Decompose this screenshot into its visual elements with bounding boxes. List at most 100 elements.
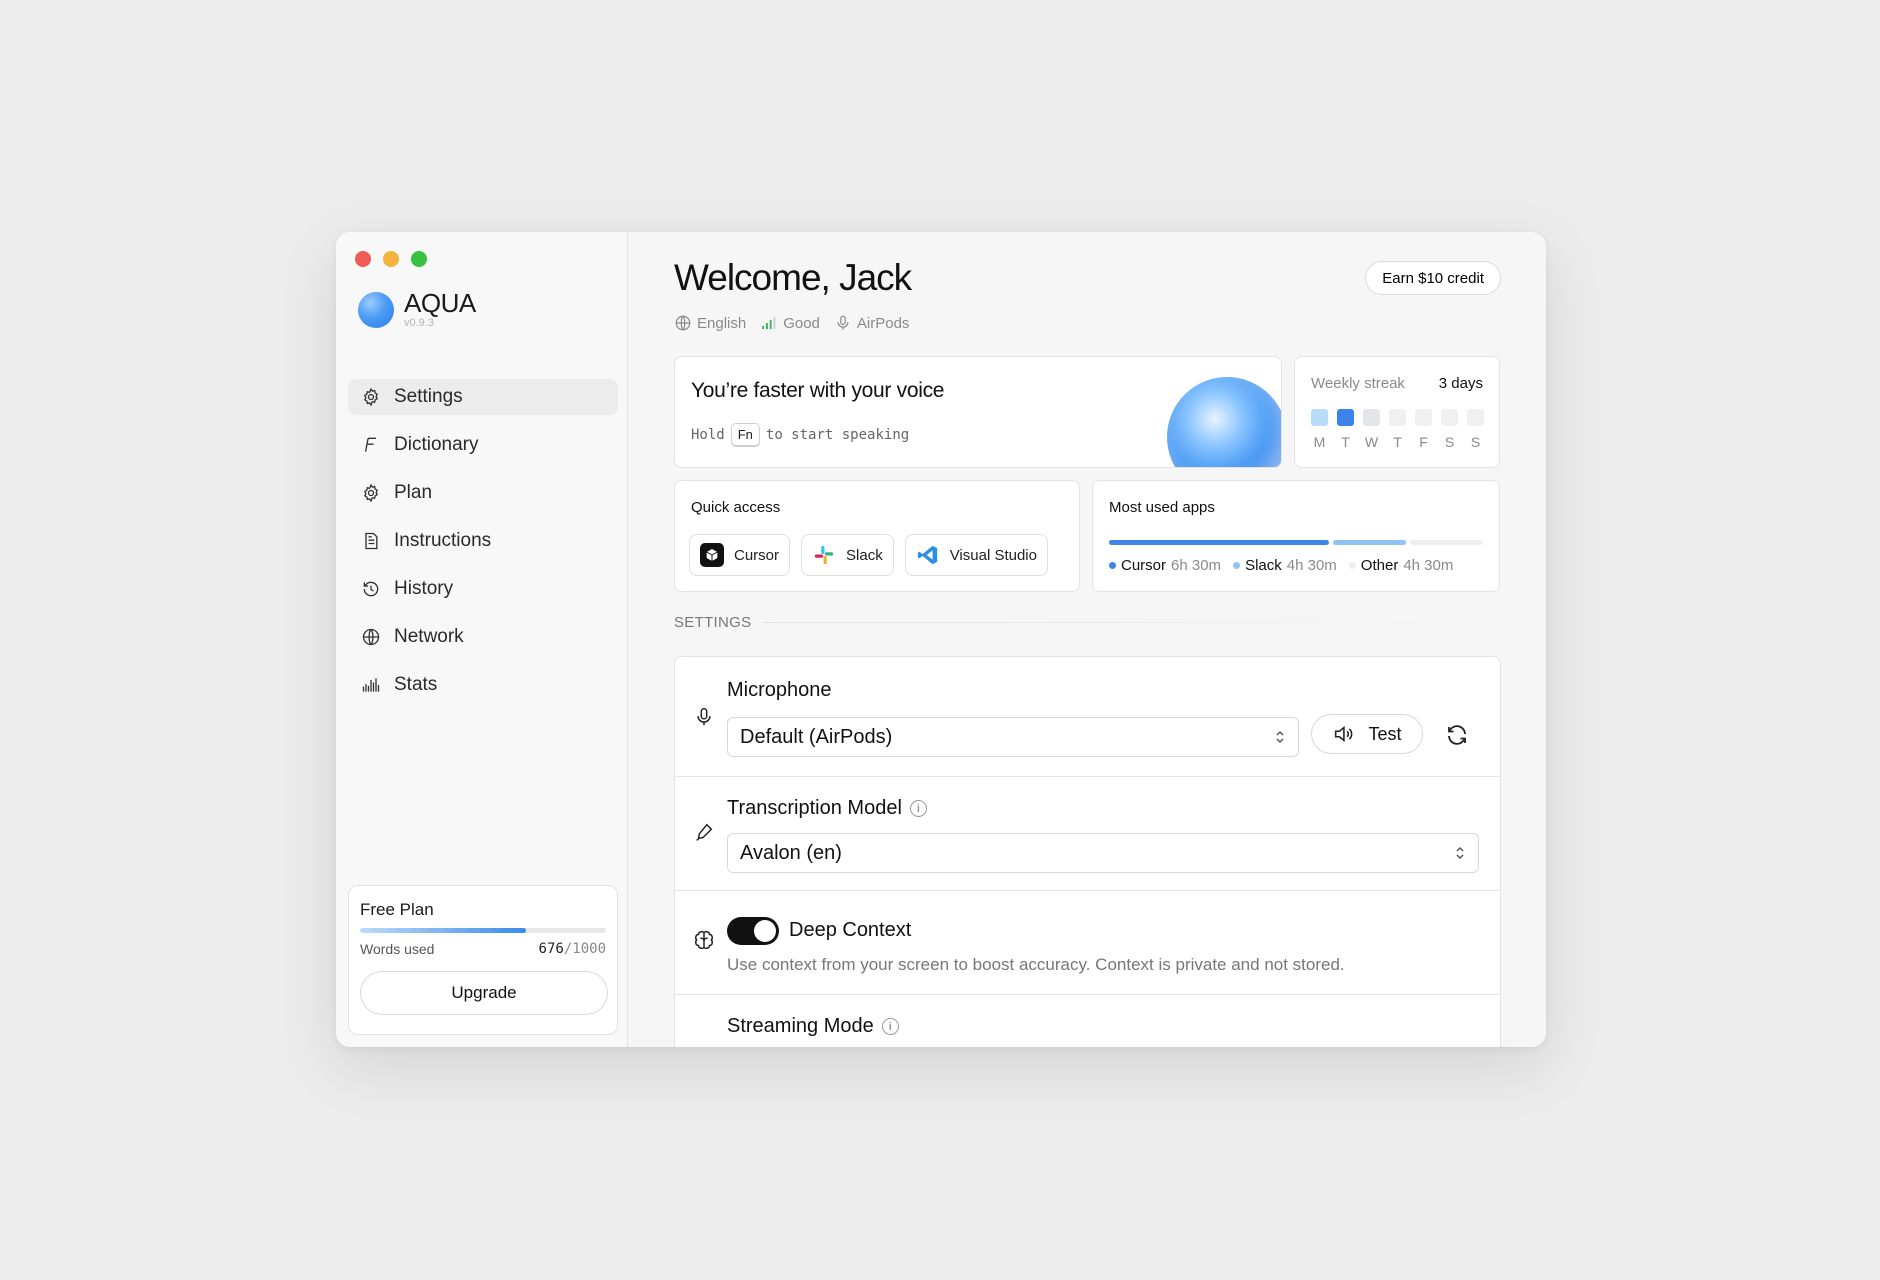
legend-dot — [1233, 562, 1241, 569]
words-used-count: 676/1000 — [539, 941, 606, 957]
connection-label: Good — [783, 314, 820, 332]
microphone-icon — [693, 706, 715, 728]
updown-chevron-icon — [1276, 730, 1284, 744]
slack-app-icon — [812, 543, 836, 567]
legend-app-time: 4h 30m — [1403, 557, 1454, 574]
hint-prefix: Hold — [691, 427, 725, 443]
plan-card: Free Plan Words used 676/1000 Upgrade — [348, 885, 618, 1035]
app-name: Cursor — [734, 546, 780, 564]
settings-panel: Microphone Default (AirPods) Test Transc… — [674, 656, 1501, 1047]
transcription-model-select[interactable]: Avalon (en) — [727, 833, 1479, 873]
device-status[interactable]: AirPods — [834, 314, 909, 332]
gear-icon — [360, 482, 382, 504]
section-label: SETTINGS — [674, 614, 752, 631]
setting-title-text: Deep Context — [789, 919, 912, 941]
legend-dot — [1109, 562, 1116, 569]
sidebar-item-label: Plan — [394, 482, 433, 503]
words-limit-value: 1000 — [572, 941, 606, 957]
most-used-apps-card: Most used apps Cursor 6h 30m Slack 4h 30… — [1092, 480, 1500, 592]
plan-title: Free Plan — [360, 900, 434, 919]
sidebar-nav: Settings Dictionary Plan Instructions Hi… — [348, 379, 618, 715]
toggle-knob — [754, 920, 776, 942]
streaming-mode-setting: Streaming Mode i — [675, 995, 1500, 1047]
sidebar-item-history[interactable]: History — [348, 571, 618, 607]
streak-day-label: F — [1419, 434, 1428, 450]
streaming-mode-title: Streaming Mode i — [727, 1015, 899, 1038]
most-used-label: Most used apps — [1109, 499, 1215, 516]
app-name: Visual Studio — [949, 546, 1037, 564]
deep-context-toggle[interactable] — [727, 917, 779, 945]
streak-day-label: S — [1470, 434, 1481, 450]
streak-day-label: M — [1313, 434, 1326, 450]
app-name: AQUA — [404, 288, 476, 318]
earn-credit-button[interactable]: Earn $10 credit — [1365, 261, 1501, 295]
aqua-logo-icon — [358, 291, 394, 328]
legend-app-name: Slack — [1245, 557, 1282, 574]
test-label: Test — [1368, 723, 1402, 744]
brand: AQUA v0.9.3 — [358, 290, 476, 329]
microphone-select[interactable]: Default (AirPods) — [727, 717, 1299, 757]
script-f-icon — [360, 434, 382, 456]
setting-title-text: Streaming Mode — [727, 1015, 874, 1037]
sidebar-item-settings[interactable]: Settings — [348, 379, 618, 415]
minimize-window-button[interactable] — [383, 251, 399, 267]
info-icon[interactable]: i — [881, 1018, 899, 1035]
sidebar-item-label: Instructions — [394, 530, 492, 551]
app-usage-bar — [1109, 540, 1483, 545]
sidebar-item-plan[interactable]: Plan — [348, 475, 618, 511]
streak-day-label: T — [1393, 434, 1402, 450]
usage-segment — [1332, 540, 1406, 545]
connection-status: Good — [760, 314, 820, 332]
usage-segment — [1109, 540, 1329, 545]
globe-icon — [360, 626, 382, 648]
words-used-value: 676 — [538, 941, 564, 957]
transcription-model-value: Avalon (en) — [740, 841, 842, 864]
app-name: Slack — [846, 546, 883, 564]
sidebar-item-instructions[interactable]: Instructions — [348, 523, 618, 559]
upgrade-button[interactable]: Upgrade — [360, 971, 608, 1015]
info-icon[interactable]: i — [909, 800, 927, 817]
legend-other: Other 4h 30m — [1348, 557, 1454, 574]
quick-app-cursor[interactable]: Cursor — [689, 534, 791, 576]
streak-day-label: W — [1364, 434, 1379, 450]
streak-cells — [1311, 409, 1484, 426]
streak-cell — [1337, 409, 1354, 426]
streak-cell — [1415, 409, 1432, 426]
status-row: English Good AirPods — [674, 314, 909, 332]
pen-icon — [693, 821, 715, 843]
bars-icon — [360, 674, 382, 696]
fn-key-badge: Fn — [730, 423, 760, 447]
sidebar-item-label: History — [394, 578, 454, 599]
sidebar-item-stats[interactable]: Stats — [348, 667, 618, 703]
quick-app-slack[interactable]: Slack — [801, 534, 894, 576]
transcription-model-setting: Transcription Model i Avalon (en) — [675, 777, 1500, 891]
words-used-label: Words used — [360, 941, 435, 957]
close-window-button[interactable] — [355, 251, 371, 267]
legend-cursor: Cursor 6h 30m — [1109, 557, 1221, 574]
language-label: English — [697, 314, 747, 332]
refresh-icon[interactable] — [1445, 723, 1469, 747]
sidebar: AQUA v0.9.3 Settings Dictionary Plan Ins… — [336, 232, 628, 1047]
quick-app-visual-studio[interactable]: Visual Studio — [904, 534, 1048, 576]
language-status[interactable]: English — [674, 314, 746, 332]
transcription-model-title: Transcription Model i — [727, 797, 927, 820]
zoom-window-button[interactable] — [411, 251, 427, 267]
updown-chevron-icon — [1456, 846, 1464, 860]
window-controls — [355, 251, 427, 267]
sidebar-item-label: Dictionary — [394, 434, 479, 455]
usage-segment — [1409, 540, 1483, 545]
streak-label: Weekly streak — [1311, 375, 1405, 392]
signal-icon — [762, 317, 776, 329]
test-microphone-button[interactable]: Test — [1311, 714, 1423, 754]
brain-icon — [693, 929, 715, 951]
legend-dot — [1348, 562, 1356, 569]
legend-app-time: 4h 30m — [1286, 557, 1337, 574]
document-icon — [360, 530, 382, 552]
microphone-setting: Microphone Default (AirPods) Test — [675, 657, 1500, 777]
sidebar-item-network[interactable]: Network — [348, 619, 618, 655]
app-version: v0.9.3 — [404, 317, 434, 329]
streaming-icon — [693, 1045, 715, 1047]
sidebar-item-dictionary[interactable]: Dictionary — [348, 427, 618, 463]
streak-day-labels: MTWTFSS — [1311, 434, 1484, 450]
streak-day-label: S — [1444, 434, 1455, 450]
